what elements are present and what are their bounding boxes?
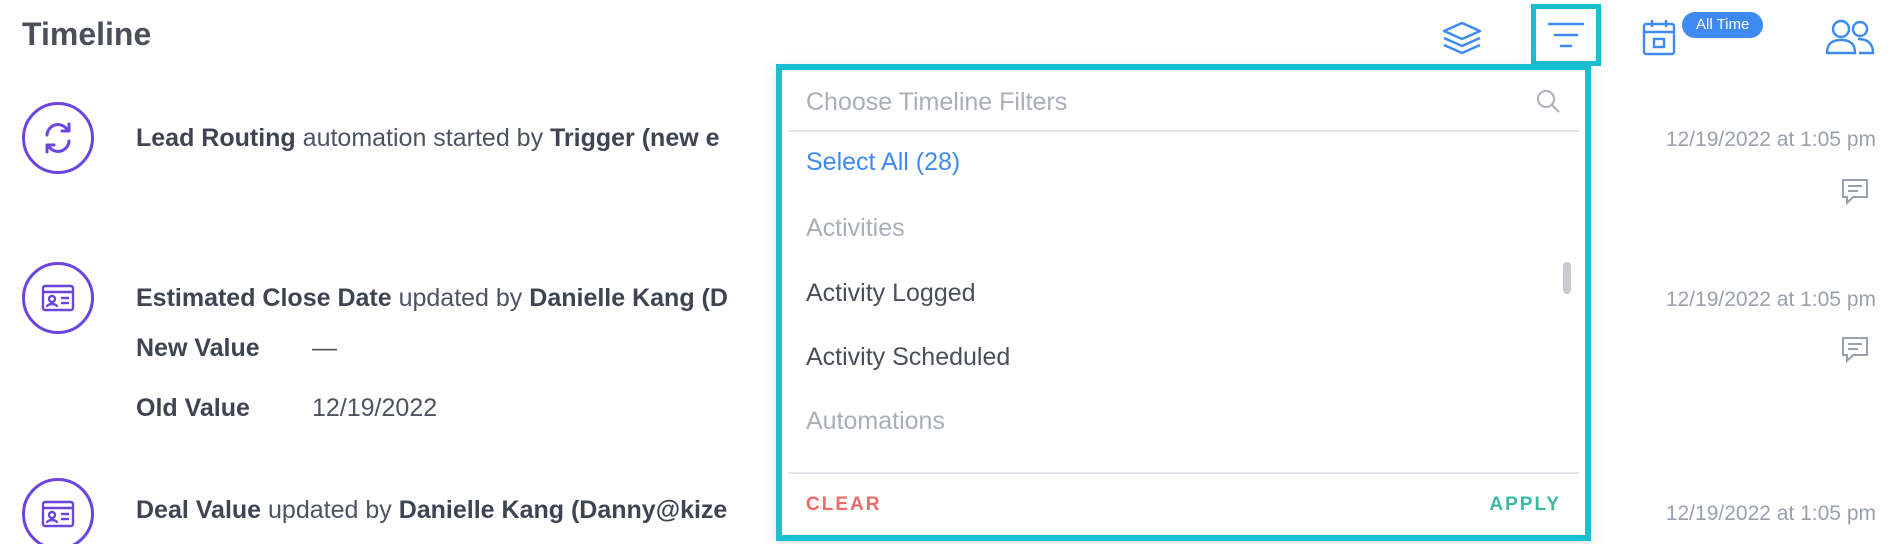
old-value-label: Old Value (136, 394, 250, 422)
clear-button[interactable]: CLEAR (806, 494, 881, 516)
comment-button[interactable] (1840, 334, 1870, 369)
contact-card-icon (41, 500, 75, 528)
filter-options-list[interactable]: Select All (28) Activities Activity Logg… (788, 132, 1579, 472)
user-name[interactable]: Danielle Kang (D (529, 284, 728, 312)
filter-group-activities: Activities (806, 214, 905, 242)
timeline-entry-text: Estimated Close Date updated by Danielle… (136, 284, 728, 313)
old-value: 12/19/2022 (312, 394, 438, 422)
comment-icon (1842, 179, 1868, 206)
search-icon (1535, 88, 1561, 119)
select-all-option[interactable]: Select All (28) (806, 148, 960, 177)
entry-text: updated by (391, 284, 530, 312)
filter-footer: CLEAR APPLY (788, 472, 1579, 535)
filter-search-bar (788, 72, 1579, 132)
filter-option-activity-logged[interactable]: Activity Logged (806, 279, 976, 308)
layers-icon (1442, 21, 1482, 55)
apply-button[interactable]: APPLY (1489, 494, 1561, 516)
filter-option-activity-scheduled[interactable]: Activity Scheduled (806, 343, 1010, 372)
filter-icon (1547, 22, 1585, 48)
new-value-label: New Value (136, 334, 260, 362)
scrollbar-thumb[interactable] (1563, 262, 1571, 294)
layers-button[interactable] (1436, 14, 1488, 64)
participants-button[interactable] (1822, 12, 1878, 62)
timeline-entry-avatar (22, 102, 94, 174)
timeline-filter-dropdown: Select All (28) Activities Activity Logg… (776, 64, 1591, 541)
trigger-name: Trigger (new e (550, 124, 720, 152)
calendar-icon (1642, 20, 1676, 56)
people-icon (1825, 19, 1875, 55)
entry-timestamp: 12/19/2022 at 1:05 pm (1665, 288, 1876, 311)
comment-icon (1842, 337, 1868, 364)
field-name: Deal Value (136, 496, 262, 524)
new-value: — (312, 334, 337, 362)
timeline-entry-text: Lead Routing automation started by Trigg… (136, 124, 720, 153)
field-name: Estimated Close Date (136, 284, 392, 312)
date-filter-badge[interactable]: All Time (1682, 12, 1764, 38)
user-name[interactable]: Danielle Kang (Danny@kize (399, 496, 728, 524)
refresh-icon (45, 122, 71, 154)
filter-search-input[interactable] (806, 82, 1506, 122)
automation-name[interactable]: Lead Routing (136, 124, 296, 152)
timeline-entry-text: Deal Value updated by Danielle Kang (Dan… (136, 496, 727, 525)
filter-button[interactable] (1531, 4, 1601, 66)
entry-text: automation started by (295, 124, 551, 152)
contact-card-icon (41, 284, 75, 312)
timeline-entry-avatar (22, 262, 94, 334)
date-range-button[interactable] (1636, 12, 1682, 62)
filter-group-automations: Automations (806, 407, 945, 435)
entry-text: updated by (261, 496, 399, 524)
comment-button[interactable] (1840, 176, 1870, 211)
entry-timestamp: 12/19/2022 at 1:05 pm (1665, 502, 1876, 525)
page-title: Timeline (22, 16, 152, 52)
entry-timestamp: 12/19/2022 at 1:05 pm (1665, 128, 1876, 151)
timeline-entry-avatar (22, 478, 94, 544)
